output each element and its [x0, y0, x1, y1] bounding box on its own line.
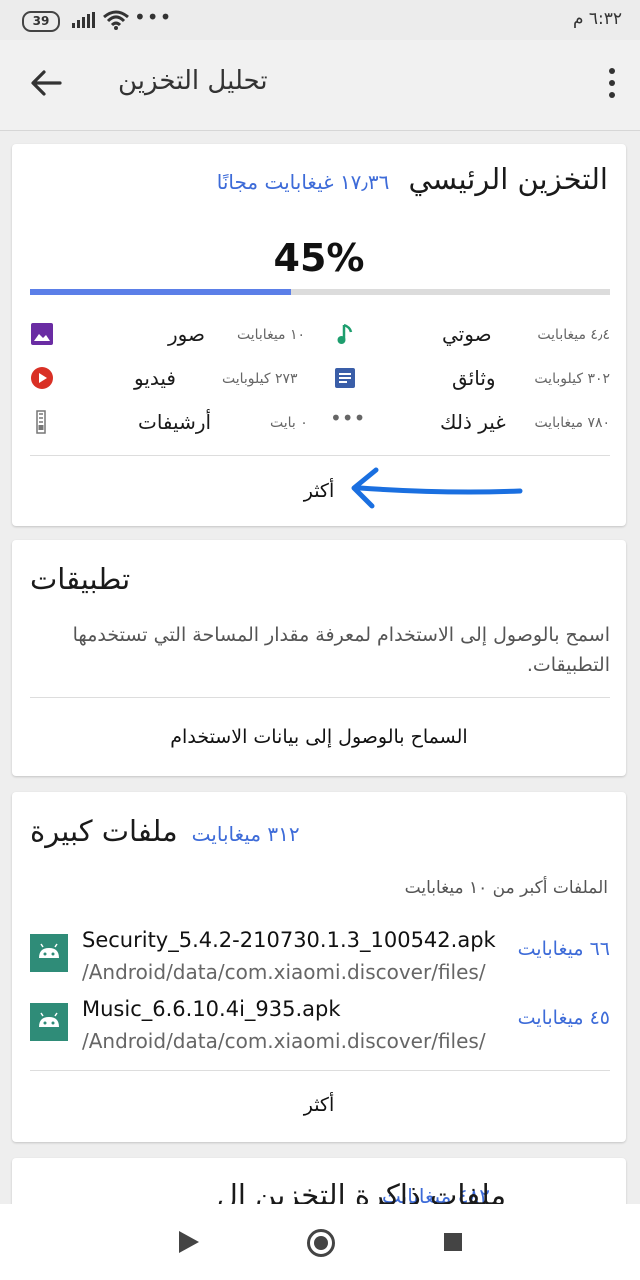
play-circle-icon: [31, 367, 53, 389]
nav-home-icon[interactable]: [307, 1229, 335, 1257]
apps-description: اسمح بالوصول إلى الاستخدام لمعرفة مقدار …: [72, 624, 610, 676]
storage-progress-fill: [30, 289, 291, 295]
storage-more-button[interactable]: أكثر: [12, 480, 626, 502]
large-files-header: ملفات كبيرة ٣١٢ ميغابايت: [30, 814, 626, 848]
annotation-arrow-icon: [351, 467, 523, 509]
apps-card: تطبيقات اسمح بالوصول إلى الاستخدام لمعرف…: [12, 540, 626, 776]
main-storage-header: التخزين الرئيسي ١٧٫٣٦ غيغابايت مجانًا: [12, 162, 626, 196]
category-video-size: ٢٧٣ كيلوبايت: [222, 371, 298, 387]
file-path: /Android/data/com.xiaomi.discover/files/: [82, 1029, 486, 1053]
apps-title: تطبيقات: [30, 562, 131, 596]
free-space-label: ١٧٫٣٦ غيغابايت مجانًا: [216, 170, 390, 194]
more-notifications-icon: •••: [134, 5, 173, 29]
divider: [30, 455, 610, 456]
status-bar: 39 ••• ٦:٣٢ م: [0, 0, 640, 40]
large-files-card: ملفات كبيرة ٣١٢ ميغابايت الملفات أكبر من…: [12, 792, 626, 1142]
category-archives-label: أرشيفات: [138, 410, 212, 434]
category-audio-size: ٤٫٤ ميغابايت: [537, 327, 610, 343]
file-row[interactable]: Music_6.6.10.4i_935.apk /Android/data/co…: [30, 997, 610, 1061]
wifi-icon: [103, 10, 129, 30]
category-video[interactable]: فيديو ٢٧٣ كيلوبايت: [30, 366, 310, 396]
battery-icon: 39: [22, 11, 60, 32]
file-size: ٦٦ ميغابايت: [517, 938, 610, 960]
category-images-size: ١٠ ميغابايت: [237, 327, 306, 343]
divider: [30, 697, 610, 698]
clock: ٦:٣٢ م: [572, 9, 622, 29]
file-path: /Android/data/com.xiaomi.discover/files/: [82, 960, 486, 984]
allow-usage-access-button[interactable]: السماح بالوصول إلى بيانات الاستخدام: [12, 726, 626, 748]
app-bar: تحليل التخزين: [0, 40, 640, 131]
android-icon: [30, 1003, 68, 1041]
large-files-more-button[interactable]: أكثر: [12, 1094, 626, 1116]
document-icon: [335, 368, 355, 388]
large-files-subtitle: الملفات أكبر من ١٠ ميغابايت: [404, 878, 608, 898]
category-other-label: غير ذلك: [440, 410, 506, 434]
category-audio[interactable]: صوتي ٤٫٤ ميغابايت: [322, 322, 610, 352]
music-note-icon: [337, 323, 353, 344]
file-name: Music_6.6.10.4i_935.apk: [82, 997, 341, 1021]
storage-progress-bar: [30, 289, 610, 295]
category-video-label: فيديو: [134, 366, 176, 390]
large-files-size: ٣١٢ ميغابايت: [191, 822, 300, 846]
zip-icon: [36, 410, 46, 434]
category-audio-label: صوتي: [442, 322, 492, 346]
category-documents[interactable]: وثائق ٣٠٢ كيلوبايت: [322, 366, 610, 396]
nav-recents-icon[interactable]: [444, 1233, 462, 1251]
divider: [30, 1070, 610, 1071]
file-row[interactable]: Security_5.4.2-210730.1.3_100542.apk /An…: [30, 928, 610, 992]
android-icon: [30, 934, 68, 972]
category-archives-size: ٠ بايت: [270, 415, 308, 431]
page-title: تحليل التخزين: [118, 66, 268, 96]
category-images-label: صور: [168, 322, 205, 346]
signal-icon: [72, 12, 95, 28]
category-images[interactable]: صور ١٠ ميغابايت: [30, 322, 310, 352]
category-other-size: ٧٨٠ ميغابايت: [534, 415, 610, 431]
navigation-bar: [0, 1204, 640, 1280]
file-size: ٤٥ ميغابايت: [517, 1007, 610, 1029]
image-icon: [31, 323, 53, 345]
category-other[interactable]: غير ذلك ٧٨٠ ميغابايت •••: [322, 406, 610, 440]
overflow-menu-icon[interactable]: [608, 68, 616, 98]
category-documents-label: وثائق: [452, 366, 496, 390]
nav-back-icon[interactable]: [179, 1231, 199, 1253]
back-arrow-icon[interactable]: [28, 65, 64, 101]
file-name: Security_5.4.2-210730.1.3_100542.apk: [82, 928, 496, 952]
more-horizontal-icon: •••: [330, 406, 366, 430]
main-storage-title: التخزين الرئيسي: [408, 162, 609, 196]
large-files-title: ملفات كبيرة: [30, 814, 178, 848]
main-storage-card: التخزين الرئيسي ١٧٫٣٦ غيغابايت مجانًا 45…: [12, 144, 626, 526]
category-documents-size: ٣٠٢ كيلوبايت: [534, 371, 610, 387]
category-archives[interactable]: أرشيفات ٠ بايت: [30, 410, 310, 440]
usage-percent: 45%: [273, 236, 365, 280]
